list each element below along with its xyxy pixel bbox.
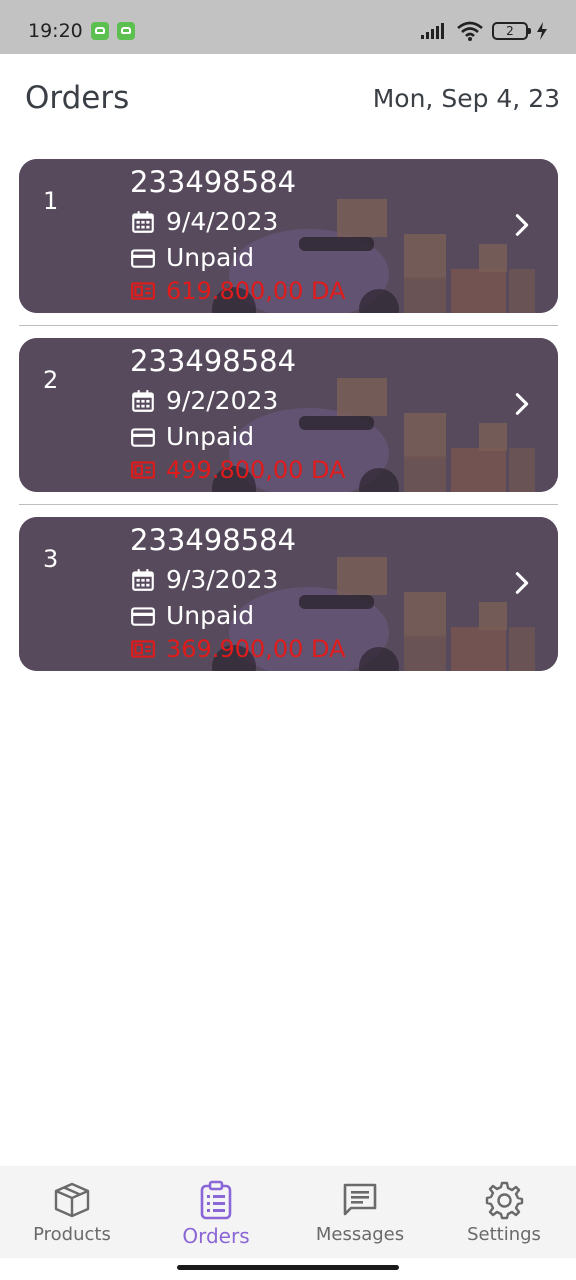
cash-icon (131, 640, 155, 658)
cash-icon (131, 282, 155, 300)
payment-status: Unpaid (166, 422, 255, 451)
nav-label-products: Products (33, 1224, 111, 1245)
package-icon (54, 1182, 90, 1218)
order-total: 369.900,00 DA (166, 635, 346, 663)
nav-label-messages: Messages (315, 1224, 405, 1245)
order-total: 619.800,00 DA (166, 277, 346, 305)
order-total-row: 619.800,00 DA (130, 277, 346, 305)
calendar-icon (132, 210, 154, 233)
order-index: 3 (43, 545, 59, 573)
credit-card-icon (131, 248, 155, 268)
home-indicator[interactable] (177, 1265, 399, 1270)
order-total: 499.800,00 DA (166, 456, 346, 484)
nav-item-messages[interactable]: Messages (288, 1166, 432, 1258)
divider (19, 504, 558, 505)
credit-card-icon (131, 606, 155, 626)
current-date: Mon, Sep 4, 23 (372, 84, 560, 113)
chevron-right-icon (515, 572, 529, 594)
page-title: Orders (25, 80, 130, 116)
payment-status-row: Unpaid (130, 243, 254, 272)
payment-status: Unpaid (166, 243, 255, 272)
battery-level: 2 (506, 24, 514, 38)
message-icon (343, 1183, 377, 1216)
order-date: 9/2/2023 (166, 386, 279, 415)
nav-label-orders: Orders (182, 1224, 250, 1248)
notification-app-icon (90, 22, 109, 40)
notification-app-icon (116, 22, 135, 40)
order-card[interactable]: 2 233498584 9/2/2023 Unpaid 499.800,00 D… (19, 338, 558, 492)
order-number: 233498584 (130, 523, 297, 557)
nav-item-settings[interactable]: Settings (432, 1166, 576, 1258)
signal-icon (421, 23, 444, 39)
order-total-row: 499.800,00 DA (130, 456, 346, 484)
payment-status-row: Unpaid (130, 601, 254, 630)
order-card[interactable]: 1 233498584 9/4/2023 Unpaid 619.800,00 D… (19, 159, 558, 313)
clipboard-list-icon (200, 1180, 232, 1220)
credit-card-icon (131, 427, 155, 447)
order-date-row: 9/2/2023 (130, 386, 278, 415)
status-indicators: 2 (420, 21, 548, 41)
cash-icon (131, 461, 155, 479)
bottom-navigation: Products Orders Messages Settings (0, 1166, 576, 1258)
calendar-icon (132, 568, 154, 591)
orders-screen: 19:20 2 Orders Mon, Sep 4, 23 1 23349858… (0, 0, 576, 1280)
order-date: 9/3/2023 (166, 565, 279, 594)
wifi-icon (457, 21, 483, 41)
orders-list: 1 233498584 9/4/2023 Unpaid 619.800,00 D… (19, 159, 558, 671)
order-index: 2 (43, 366, 59, 394)
order-total-row: 369.900,00 DA (130, 635, 346, 663)
status-bar: 19:20 2 (0, 0, 576, 54)
chevron-right-icon (515, 214, 529, 236)
order-date: 9/4/2023 (166, 207, 279, 236)
order-date-row: 9/4/2023 (130, 207, 278, 236)
gear-icon (485, 1181, 524, 1220)
calendar-icon (132, 389, 154, 412)
nav-item-orders[interactable]: Orders (144, 1166, 288, 1258)
order-date-row: 9/3/2023 (130, 565, 278, 594)
chevron-right-icon (515, 393, 529, 415)
status-time: 19:20 (28, 20, 83, 42)
payment-status-row: Unpaid (130, 422, 254, 451)
divider (19, 325, 558, 326)
charging-icon (537, 22, 547, 40)
battery-icon: 2 (492, 22, 531, 40)
payment-status: Unpaid (166, 601, 255, 630)
order-card[interactable]: 3 233498584 9/3/2023 Unpaid 369.900,00 D… (19, 517, 558, 671)
order-index: 1 (43, 187, 59, 215)
nav-item-products[interactable]: Products (0, 1166, 144, 1258)
order-number: 233498584 (130, 165, 297, 199)
nav-label-settings: Settings (467, 1224, 541, 1245)
order-number: 233498584 (130, 344, 297, 378)
